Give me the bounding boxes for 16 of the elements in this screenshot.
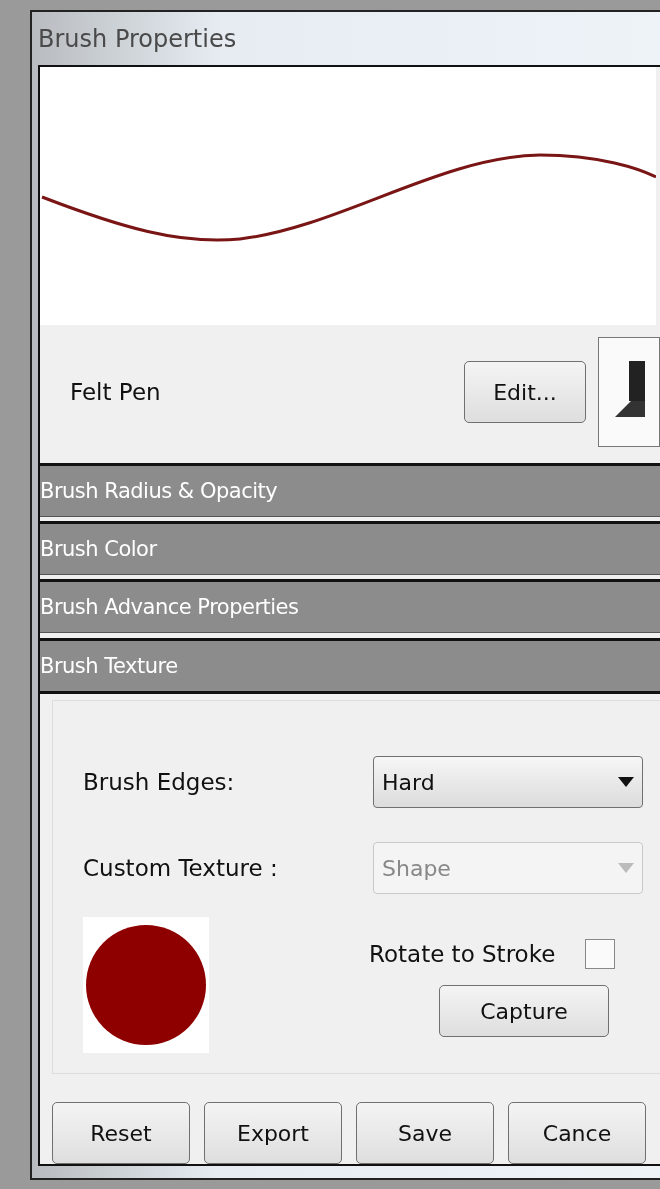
dialog-button[interactable]: Reset — [52, 1102, 190, 1164]
dialog-button[interactable]: Export — [204, 1102, 342, 1164]
window-title: Brush Properties — [38, 24, 237, 53]
edit-button[interactable]: Edit... — [464, 361, 586, 423]
dialog-button[interactable]: Cance — [508, 1102, 646, 1164]
brush-thumbnail[interactable] — [598, 337, 660, 447]
capture-button[interactable]: Capture — [439, 985, 609, 1037]
dialog-button[interactable]: Save — [356, 1102, 494, 1164]
checkbox-label: Rotate to Stroke — [369, 941, 556, 967]
field-label: Custom Texture : — [83, 855, 279, 881]
checkbox[interactable] — [585, 939, 616, 969]
field-label: Brush Edges: — [83, 769, 236, 795]
brush-name: Felt Pen — [70, 379, 161, 405]
dropdown-arrow-icon — [618, 777, 634, 787]
dropdown-arrow-icon — [618, 863, 634, 873]
dropdown[interactable]: Hard — [373, 756, 643, 808]
